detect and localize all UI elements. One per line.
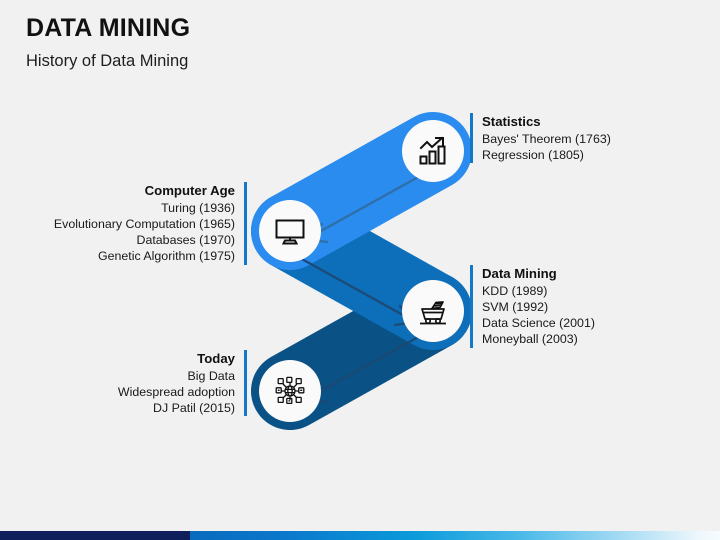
stage-item: Data Science (2001) — [482, 316, 595, 331]
stage-title-computer-age: Computer Age — [144, 183, 235, 198]
stage-item: DJ Patil (2015) — [153, 401, 235, 416]
stage-item: Big Data — [187, 368, 235, 383]
stage-text-statistics: Statistics Bayes' Theorem (1763) Regress… — [470, 113, 611, 164]
bottom-accent-bar — [0, 531, 720, 540]
node-computer-age[interactable] — [259, 200, 321, 262]
stage-item: Bayes' Theorem (1763) — [482, 131, 611, 146]
stage-item: Databases (1970) — [136, 233, 236, 248]
node-statistics[interactable] — [402, 120, 464, 182]
mining-cart-icon — [416, 294, 450, 328]
desktop-monitor-icon — [273, 214, 307, 248]
stage-title-data-mining: Data Mining — [482, 266, 557, 281]
stage-item: Regression (1805) — [482, 147, 584, 162]
stage-item: Turing (1936) — [161, 200, 235, 215]
stage-item: KDD (1989) — [482, 283, 548, 298]
bottom-bar-navy-segment — [0, 531, 190, 540]
stage-item: Genetic Algorithm (1975) — [97, 249, 235, 264]
zigzag-ribbon-graphic — [251, 112, 472, 430]
stage-text-today: Today Big Data Widespread adoption DJ Pa… — [117, 350, 247, 417]
stage-title-statistics: Statistics — [482, 114, 541, 129]
stage-item: SVM (1992) — [482, 299, 549, 314]
timeline-diagram: Statistics Bayes' Theorem (1763) Regress… — [0, 0, 720, 540]
stage-text-computer-age: Computer Age Turing (1936) Evolutionary … — [54, 182, 247, 265]
chart-growth-icon — [416, 134, 450, 168]
node-data-mining[interactable] — [402, 280, 464, 342]
stage-item: Moneyball (2003) — [482, 332, 578, 347]
stage-text-data-mining: Data Mining KDD (1989) SVM (1992) Data S… — [470, 265, 595, 348]
network-globe-icon — [272, 373, 308, 409]
stage-title-today: Today — [197, 351, 235, 366]
bottom-bar-gradient-segment — [190, 531, 720, 540]
node-today[interactable] — [259, 360, 321, 422]
stage-item: Evolutionary Computation (1965) — [53, 216, 235, 231]
stage-item: Widespread adoption — [117, 384, 235, 399]
